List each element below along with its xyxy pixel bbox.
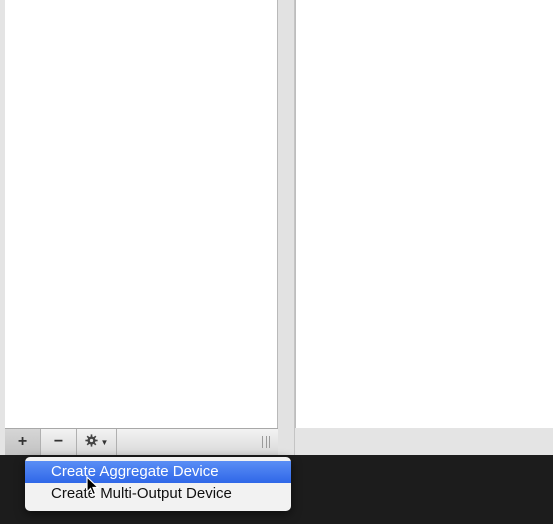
mouse-pointer-icon [86, 476, 100, 496]
add-device-button[interactable]: + [5, 429, 41, 455]
device-list-toolbar: + − ▼ [5, 428, 278, 455]
chevron-down-icon: ▼ [100, 437, 109, 447]
gear-icon [84, 434, 98, 450]
resize-grip-icon[interactable] [262, 436, 270, 448]
plus-icon: + [17, 433, 28, 450]
minus-icon: − [53, 433, 64, 450]
remove-device-button[interactable]: − [41, 429, 77, 455]
split-view-divider[interactable] [278, 0, 295, 455]
audio-midi-setup-window: + − ▼ [0, 0, 553, 455]
menu-item-label: Create Multi-Output Device [51, 485, 232, 502]
detail-pane-footer [295, 428, 553, 455]
device-detail-pane [295, 0, 553, 428]
action-menu-button[interactable]: ▼ [77, 429, 117, 455]
menu-item-create-multi-output-device[interactable]: Create Multi-Output Device [25, 483, 291, 505]
menu-item-label: Create Aggregate Device [51, 463, 219, 480]
add-device-popup-menu: Create Aggregate Device Create Multi-Out… [25, 457, 291, 511]
device-list[interactable] [5, 0, 278, 428]
menu-item-create-aggregate-device[interactable]: Create Aggregate Device [25, 461, 291, 483]
